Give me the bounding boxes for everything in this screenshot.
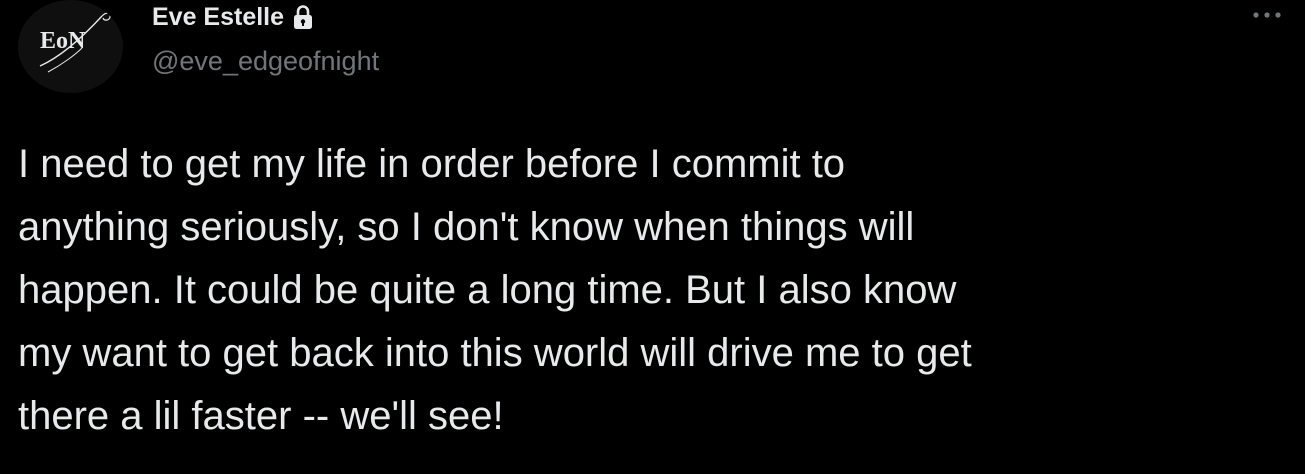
tweet: EoN Eve Estelle @eve_edgeofnight I need … <box>0 0 1305 474</box>
author-name-row: Eve Estelle <box>152 0 314 34</box>
tweet-text: I need to get my life in order before I … <box>18 142 972 438</box>
author-handle[interactable]: @eve_edgeofnight <box>152 43 379 79</box>
avatar-logo-text: EoN <box>40 28 86 54</box>
author-display-name[interactable]: Eve Estelle <box>152 0 284 34</box>
more-options-button[interactable] <box>1247 2 1287 28</box>
eon-logo-icon: EoN <box>39 12 111 73</box>
lock-icon <box>292 4 314 30</box>
avatar[interactable]: EoN <box>18 0 123 93</box>
more-horizontal-icon <box>1253 12 1281 18</box>
